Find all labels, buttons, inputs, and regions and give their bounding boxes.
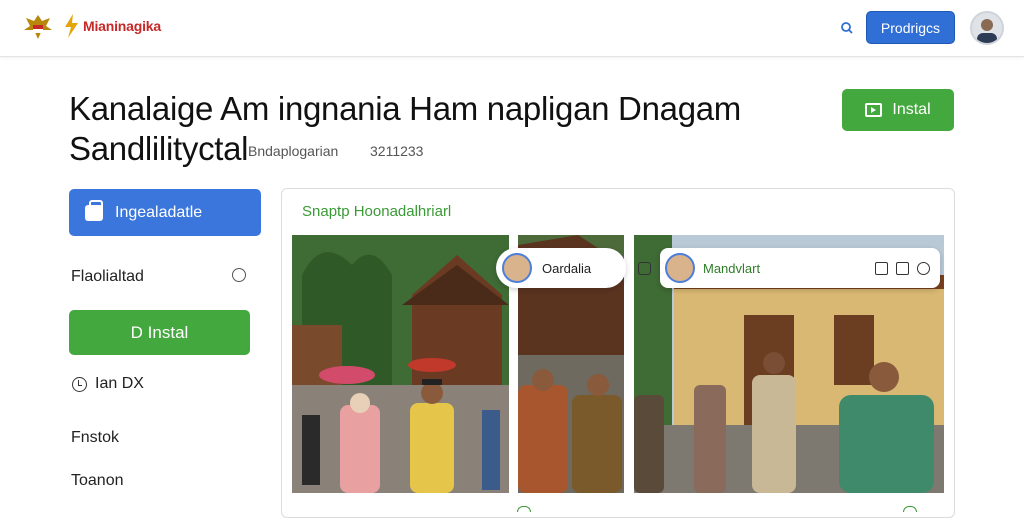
- profile-chip-1[interactable]: Oardalia: [496, 248, 626, 288]
- primary-header-button[interactable]: Prodrigcs: [866, 11, 955, 44]
- gallery-photo-1[interactable]: [292, 235, 509, 493]
- pager-indicator-icon: [517, 506, 531, 512]
- meta-label: Bndaplogarian: [248, 143, 339, 159]
- sidebar-blue-button[interactable]: Ingealadatle: [69, 189, 261, 236]
- page-subtitle: Sandlilityctal: [69, 130, 249, 167]
- search-icon[interactable]: [838, 18, 858, 38]
- sidebar-item-row3[interactable]: Fnstok: [71, 429, 119, 447]
- sidebar-item-row1[interactable]: Flaolialtad: [71, 268, 144, 286]
- brand-logo-icon: [63, 14, 79, 38]
- profile-avatar-2: [665, 253, 695, 283]
- profile-avatar-1: [502, 253, 532, 283]
- qr-code-icon[interactable]: [875, 261, 888, 275]
- info-icon[interactable]: [917, 261, 930, 275]
- profile-chip-2-label: Mandvlart: [703, 260, 761, 276]
- sidebar-install-button[interactable]: D Instal: [69, 310, 250, 355]
- profile-toolbar: Mandvlart: [638, 248, 940, 288]
- sidebar-time-label: Ian DX: [95, 375, 144, 392]
- sidebar-item-row4[interactable]: Toanon: [71, 472, 124, 490]
- top-bar: Mianinagika Prodrigcs: [0, 0, 1024, 57]
- profile-chip-1-label: Oardalia: [542, 260, 592, 276]
- brand-name[interactable]: Mianinagika: [83, 18, 161, 34]
- bookmark-icon[interactable]: [896, 261, 909, 275]
- play-box-icon: [865, 103, 883, 117]
- gallery-title: Snaptp Hoonadalhriarl: [302, 203, 452, 220]
- garuda-emblem-logo: [22, 12, 54, 42]
- user-avatar[interactable]: [970, 11, 1004, 45]
- bag-icon: [85, 199, 103, 221]
- meta-value: 3211233: [370, 143, 424, 159]
- install-button-label: Instal: [892, 101, 931, 118]
- radio-toggle[interactable]: [232, 268, 246, 282]
- page-title: Kanalaige Am ingnania Ham napligan Dnaga…: [69, 90, 741, 127]
- gallery-panel: Snaptp Hoonadalhriarl Oardalia Mandvlart: [281, 188, 955, 518]
- sidebar-blue-button-label: Ingealadatle: [115, 203, 203, 221]
- pager-indicator-icon-2: [903, 506, 917, 512]
- install-button[interactable]: Instal: [842, 89, 954, 131]
- checkbox-icon[interactable]: [638, 261, 651, 275]
- clock-icon: [72, 377, 87, 392]
